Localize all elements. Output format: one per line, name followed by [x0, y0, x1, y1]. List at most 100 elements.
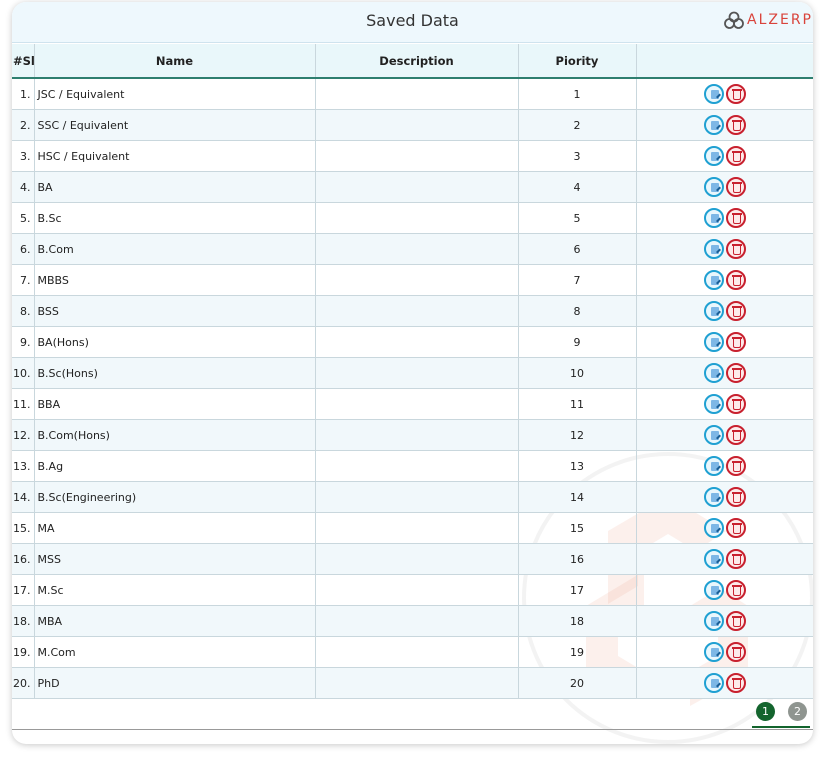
footer-divider [12, 729, 813, 730]
row-actions [636, 419, 813, 451]
row-actions [636, 109, 813, 141]
edit-icon[interactable] [703, 332, 724, 352]
delete-icon[interactable] [725, 456, 746, 476]
row-sl: 12. [12, 419, 35, 451]
row-name: PhD [34, 667, 316, 699]
row-actions [636, 171, 813, 203]
delete-icon[interactable] [725, 363, 746, 383]
row-description [315, 481, 519, 513]
table-row: 13. B.Ag 13 [12, 450, 813, 482]
saved-data-table: #Sl Name Description Piority 1. JSC / Equ… [12, 44, 813, 699]
delete-icon[interactable] [725, 549, 746, 569]
edit-icon[interactable] [703, 270, 724, 290]
row-actions [636, 481, 813, 513]
row-priority: 1 [518, 78, 637, 110]
page-button-2[interactable]: 2 [788, 702, 807, 721]
row-description [315, 419, 519, 451]
delete-icon[interactable] [725, 84, 746, 104]
row-name: JSC / Equivalent [34, 78, 316, 110]
row-name: BBA [34, 388, 316, 420]
row-priority: 14 [518, 481, 637, 513]
pagination: 1 2 [743, 702, 807, 721]
row-description [315, 78, 519, 110]
row-name: B.Ag [34, 450, 316, 482]
edit-icon[interactable] [703, 611, 724, 631]
row-name: BA(Hons) [34, 326, 316, 358]
row-actions [636, 140, 813, 172]
row-actions [636, 667, 813, 699]
table-body: 1. JSC / Equivalent 1 2. SSC / Equivalent 2 3.… [12, 78, 813, 699]
edit-icon[interactable] [703, 301, 724, 321]
edit-icon[interactable] [703, 487, 724, 507]
delete-icon[interactable] [725, 642, 746, 662]
delete-icon[interactable] [725, 332, 746, 352]
delete-icon[interactable] [725, 611, 746, 631]
row-description [315, 636, 519, 668]
delete-icon[interactable] [725, 115, 746, 135]
edit-icon[interactable] [703, 549, 724, 569]
row-sl: 8. [12, 295, 35, 327]
row-priority: 12 [518, 419, 637, 451]
row-description [315, 171, 519, 203]
row-name: BA [34, 171, 316, 203]
edit-icon[interactable] [703, 363, 724, 383]
row-actions [636, 574, 813, 606]
row-priority: 19 [518, 636, 637, 668]
delete-icon[interactable] [725, 239, 746, 259]
row-description [315, 140, 519, 172]
table-row: 20. PhD 20 [12, 667, 813, 699]
logo-icon [724, 11, 744, 29]
edit-icon[interactable] [703, 208, 724, 228]
logo-text: ALZERP [747, 12, 813, 28]
row-sl: 14. [12, 481, 35, 513]
edit-icon[interactable] [703, 177, 724, 197]
column-header-sl: #Sl [12, 44, 35, 79]
table-row: 11. BBA 11 [12, 388, 813, 420]
column-header-name: Name [34, 44, 316, 79]
row-actions [636, 388, 813, 420]
row-name: MSS [34, 543, 316, 575]
row-actions [636, 202, 813, 234]
edit-icon[interactable] [703, 239, 724, 259]
table-row: 2. SSC / Equivalent 2 [12, 109, 813, 141]
delete-icon[interactable] [725, 673, 746, 693]
edit-icon[interactable] [703, 146, 724, 166]
panel-header: Saved Data ALZERP [12, 2, 813, 43]
row-priority: 5 [518, 202, 637, 234]
edit-icon[interactable] [703, 580, 724, 600]
edit-icon[interactable] [703, 673, 724, 693]
row-sl: 11. [12, 388, 35, 420]
delete-icon[interactable] [725, 146, 746, 166]
delete-icon[interactable] [725, 425, 746, 445]
row-description [315, 667, 519, 699]
row-sl: 17. [12, 574, 35, 606]
row-description [315, 605, 519, 637]
delete-icon[interactable] [725, 301, 746, 321]
row-priority: 11 [518, 388, 637, 420]
delete-icon[interactable] [725, 518, 746, 538]
edit-icon[interactable] [703, 425, 724, 445]
row-priority: 10 [518, 357, 637, 389]
edit-icon[interactable] [703, 115, 724, 135]
edit-icon[interactable] [703, 518, 724, 538]
delete-icon[interactable] [725, 394, 746, 414]
delete-icon[interactable] [725, 208, 746, 228]
row-actions [636, 512, 813, 544]
delete-icon[interactable] [725, 580, 746, 600]
row-sl: 19. [12, 636, 35, 668]
delete-icon[interactable] [725, 270, 746, 290]
row-priority: 2 [518, 109, 637, 141]
delete-icon[interactable] [725, 177, 746, 197]
edit-icon[interactable] [703, 456, 724, 476]
row-name: M.Sc [34, 574, 316, 606]
table-row: 5. B.Sc 5 [12, 202, 813, 234]
edit-icon[interactable] [703, 394, 724, 414]
edit-icon[interactable] [703, 642, 724, 662]
row-priority: 17 [518, 574, 637, 606]
row-name: MBBS [34, 264, 316, 296]
delete-icon[interactable] [725, 487, 746, 507]
table-row: 12. B.Com(Hons) 12 [12, 419, 813, 451]
edit-icon[interactable] [703, 84, 724, 104]
row-description [315, 543, 519, 575]
page-button-1[interactable]: 1 [756, 702, 775, 721]
